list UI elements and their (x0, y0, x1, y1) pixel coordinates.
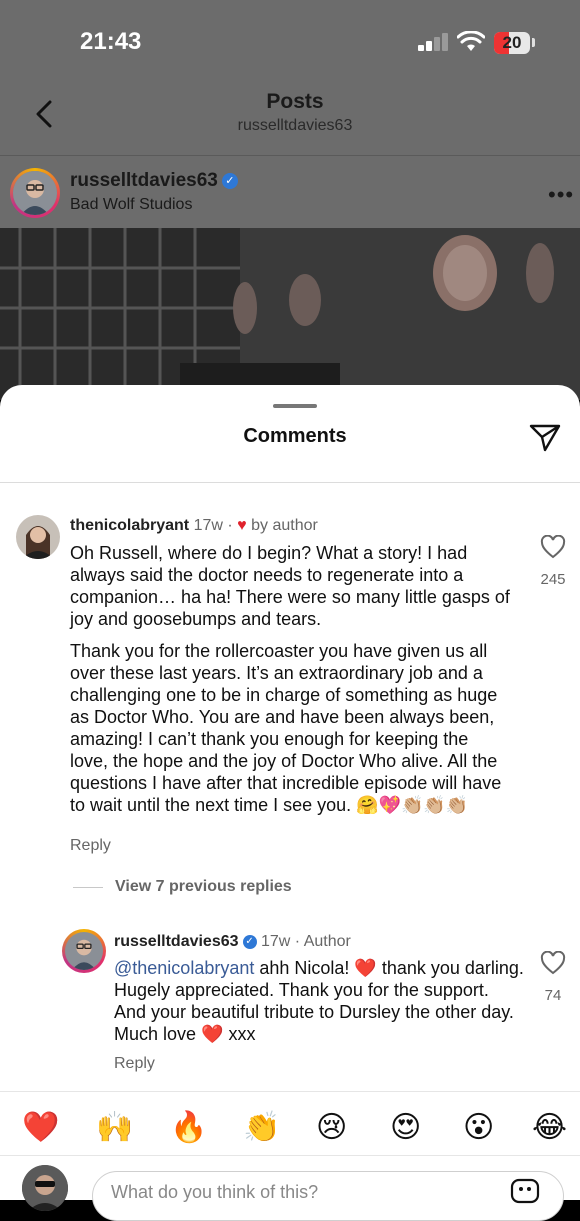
post-username-text: russelltdavies63 (70, 170, 218, 191)
liked-by-label: by author (251, 517, 318, 534)
reaction-raising-hands[interactable]: 🙌 (96, 1111, 133, 1145)
like-heart-icon[interactable] (540, 535, 566, 559)
commenter-avatar[interactable] (16, 515, 60, 559)
page-title: Posts (266, 90, 324, 113)
reaction-laughing[interactable]: 😂 (532, 1111, 567, 1145)
reaction-heart[interactable]: ❤️ (22, 1111, 59, 1145)
comments-sheet: Comments thenicolabryant 17w · ♥ by auth… (0, 385, 580, 1221)
page-subtitle: russelltdavies63 (237, 117, 353, 134)
reply-time: 17w (260, 933, 291, 950)
comment-paragraph: Oh Russell, where do I begin? What a sto… (70, 543, 510, 629)
reply-header: russelltdavies63 ✓ 17w · Author (114, 933, 351, 950)
more-options-icon[interactable]: ••• (548, 182, 574, 208)
comment-header: thenicolabryant 17w · ♥ by author (70, 517, 318, 534)
reaction-heart-eyes[interactable]: 😍 (390, 1111, 421, 1145)
drag-handle[interactable] (273, 404, 317, 408)
divider (0, 1155, 580, 1156)
current-user-avatar (22, 1165, 68, 1211)
post-author-avatar[interactable] (10, 168, 60, 218)
sticker-icon[interactable] (510, 1178, 540, 1204)
status-bar: 21:43 20 (0, 0, 580, 90)
comment-paragraph: Thank you for the rollercoaster you have… (70, 641, 502, 815)
verified-badge-icon: ✓ (221, 172, 238, 189)
view-previous-replies-button[interactable]: View 7 previous replies (115, 878, 292, 896)
face-avatar-icon (22, 1165, 68, 1211)
reaction-clap[interactable]: 👏 (243, 1111, 280, 1145)
comment-text: Oh Russell, where do I begin? What a sto… (70, 542, 510, 816)
like-count: 74 (544, 987, 562, 1004)
divider (0, 1091, 580, 1092)
reply-text: @thenicolabryant ahh Nicola! ❤️ thank yo… (114, 957, 524, 1045)
comments-title: Comments (243, 425, 347, 447)
reaction-surprised[interactable]: 😮 (463, 1111, 494, 1145)
divider (0, 482, 580, 483)
post-author-username[interactable]: russelltdavies63 ✓ (70, 170, 238, 192)
reaction-fire[interactable]: 🔥 (170, 1111, 207, 1145)
verified-badge-icon: ✓ (242, 934, 257, 949)
post-image[interactable] (0, 228, 580, 400)
like-count: 245 (540, 571, 566, 588)
comment-input[interactable]: What do you think of this? (92, 1171, 564, 1221)
studio-photo (0, 228, 580, 400)
replies-line (73, 887, 103, 888)
share-paper-plane-icon[interactable] (528, 422, 562, 452)
reply-username[interactable]: russelltdavies63 (114, 933, 239, 950)
reply-role: Author (303, 933, 351, 950)
face-avatar-icon (16, 515, 60, 559)
cellular-signal-icon (418, 33, 450, 51)
divider (0, 155, 580, 156)
post-location[interactable]: Bad Wolf Studios (70, 196, 192, 214)
reaction-crying[interactable]: 😢 (316, 1111, 347, 1145)
battery-cap (532, 38, 535, 47)
mention-link[interactable]: @thenicolabryant (114, 958, 254, 978)
battery-indicator: 20 (494, 32, 530, 54)
comment-username[interactable]: thenicolabryant (70, 517, 189, 534)
reply-button[interactable]: Reply (114, 1055, 155, 1073)
face-avatar-icon (13, 171, 57, 215)
liked-by-author-heart-icon: ♥ (237, 517, 247, 534)
wifi-icon (457, 31, 485, 51)
comment-time: 17w (193, 517, 223, 534)
face-avatar-icon (65, 932, 103, 970)
battery-level: 20 (502, 33, 522, 52)
status-time: 21:43 (80, 28, 142, 55)
like-heart-icon[interactable] (540, 951, 566, 975)
reply-button[interactable]: Reply (70, 837, 111, 855)
reply-author-avatar[interactable] (62, 929, 106, 973)
